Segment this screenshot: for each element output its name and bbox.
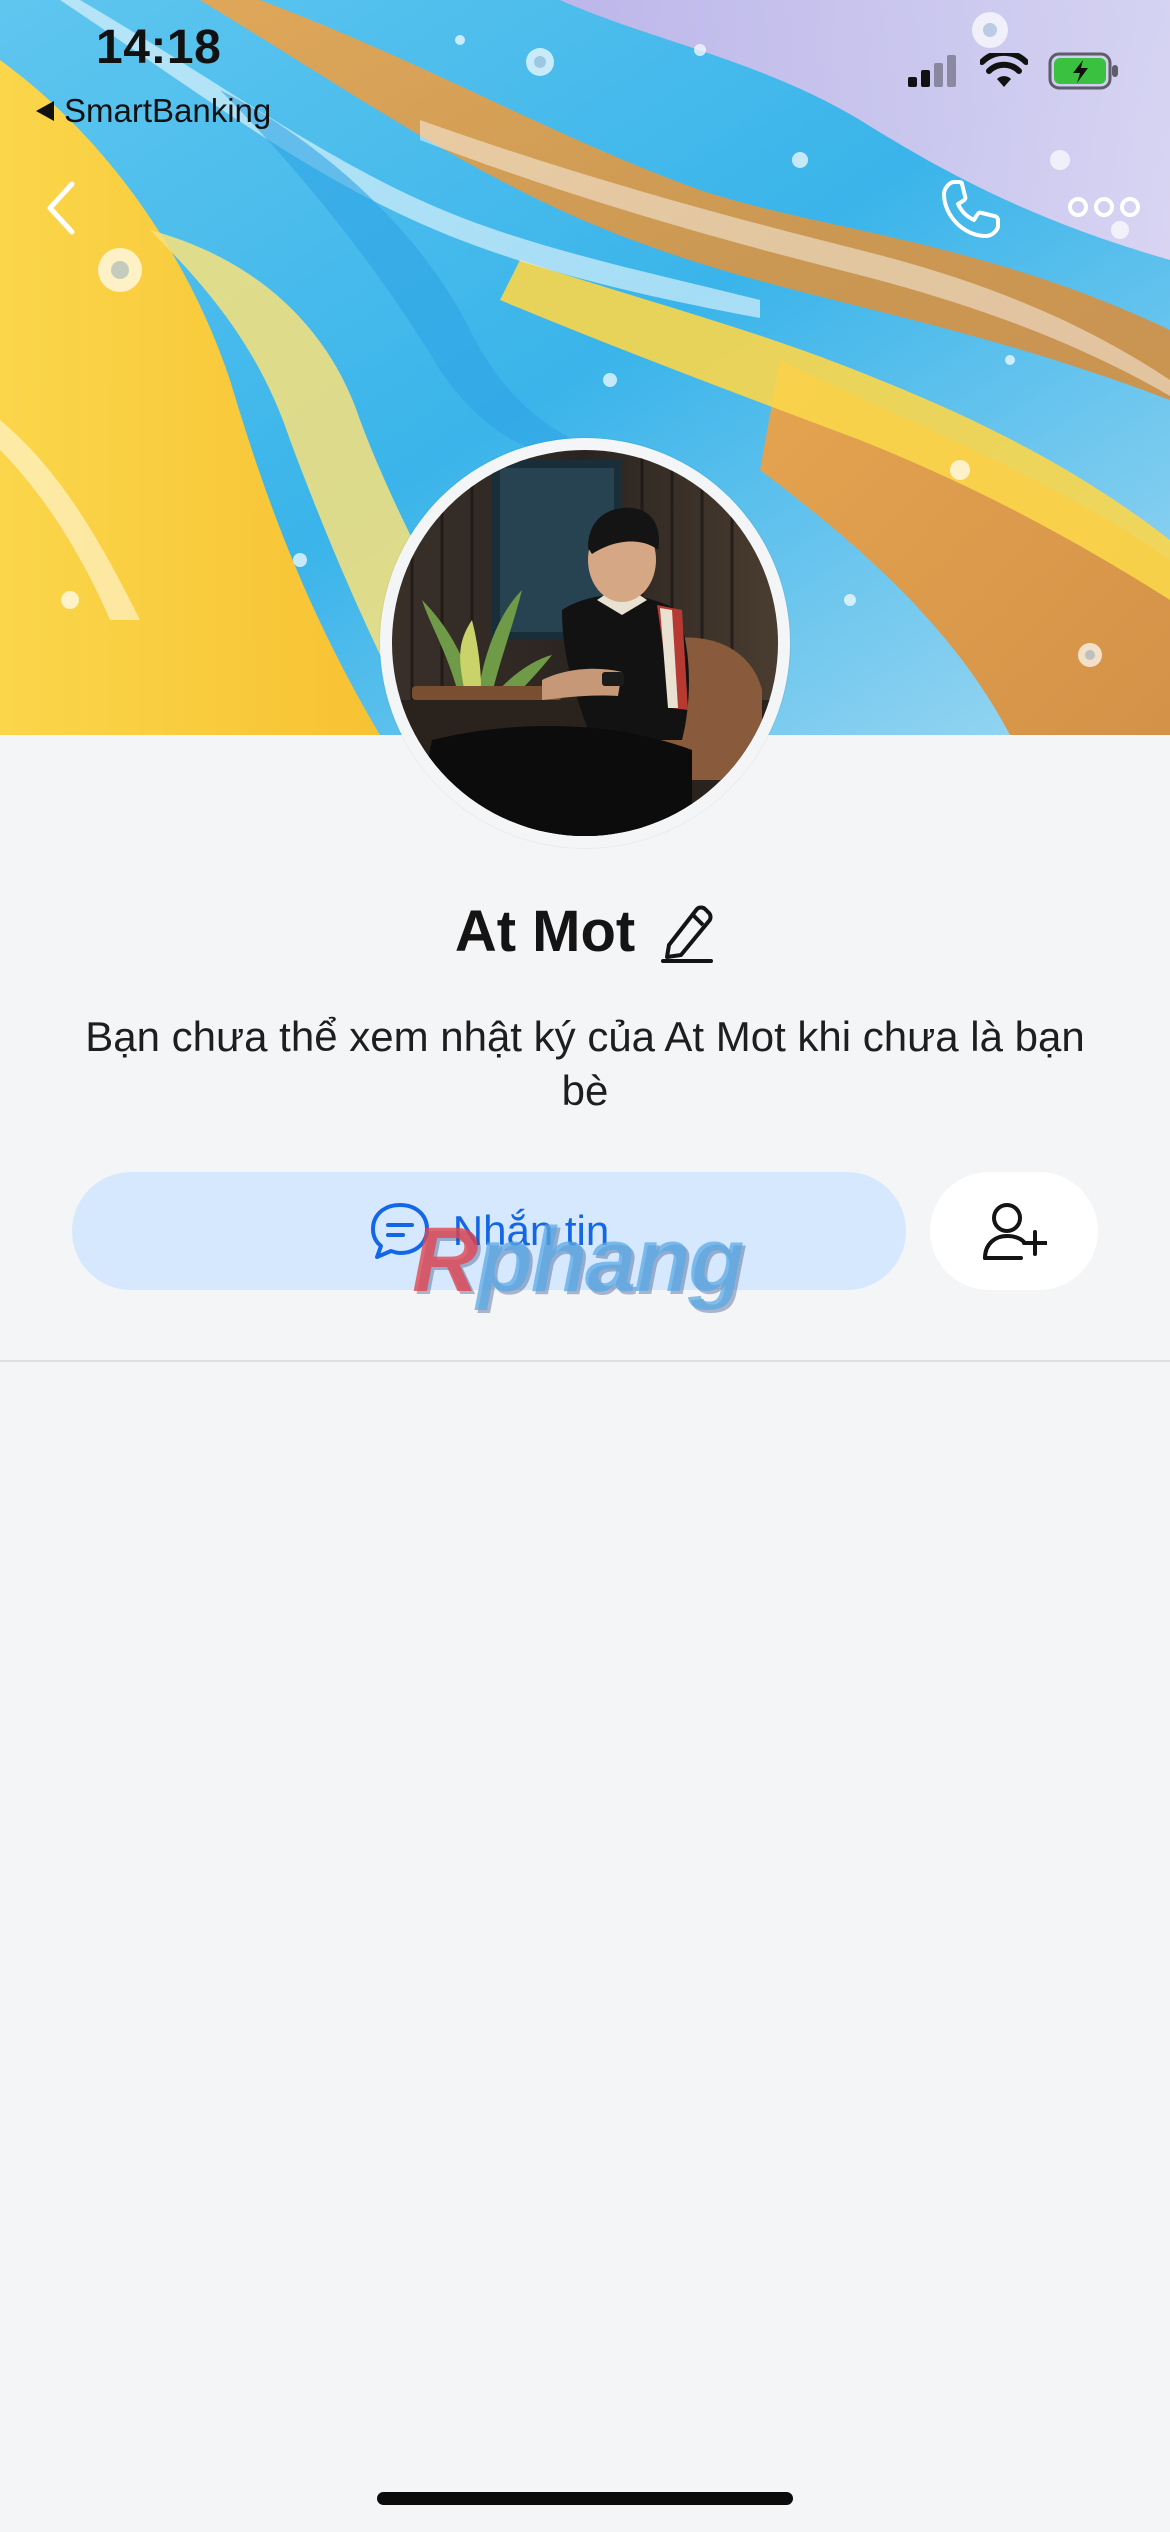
back-triangle-icon <box>36 101 54 121</box>
battery-charging-icon <box>1048 52 1118 90</box>
phone-icon[interactable] <box>938 176 1004 242</box>
avatar-frame <box>380 438 790 848</box>
home-indicator[interactable] <box>377 2492 793 2505</box>
friendship-notice: Bạn chưa thể xem nhật ký của At Mot khi … <box>85 1013 1085 1114</box>
status-time: 14:18 <box>96 21 222 74</box>
message-button[interactable]: Nhắn tin <box>72 1172 906 1290</box>
avatar[interactable] <box>392 450 778 836</box>
cellular-signal-icon <box>908 55 956 87</box>
status-indicators <box>908 52 1120 90</box>
more-horizontal-icon[interactable] <box>1068 190 1140 224</box>
back-chevron-icon[interactable] <box>42 178 82 238</box>
profile-name: At Mot <box>454 899 636 964</box>
chat-bubble-icon <box>370 1203 429 1259</box>
section-divider <box>0 1360 1170 1362</box>
avatar-photo <box>392 450 778 836</box>
back-to-app-link[interactable]: SmartBanking <box>36 92 271 130</box>
back-app-label: SmartBanking <box>64 92 272 129</box>
profile-screen: 14:18 SmartBanking At Mot Bạn chưa thể x… <box>0 0 1170 2532</box>
status-bar: 14:18 SmartBanking <box>0 0 1170 140</box>
wifi-icon <box>980 53 1028 87</box>
profile-name-row: At Mot <box>0 898 1170 965</box>
pencil-icon[interactable] <box>657 901 715 963</box>
user-plus-icon <box>983 1203 1047 1260</box>
add-friend-button[interactable] <box>930 1172 1098 1290</box>
message-button-label: Nhắn tin <box>452 1207 610 1254</box>
